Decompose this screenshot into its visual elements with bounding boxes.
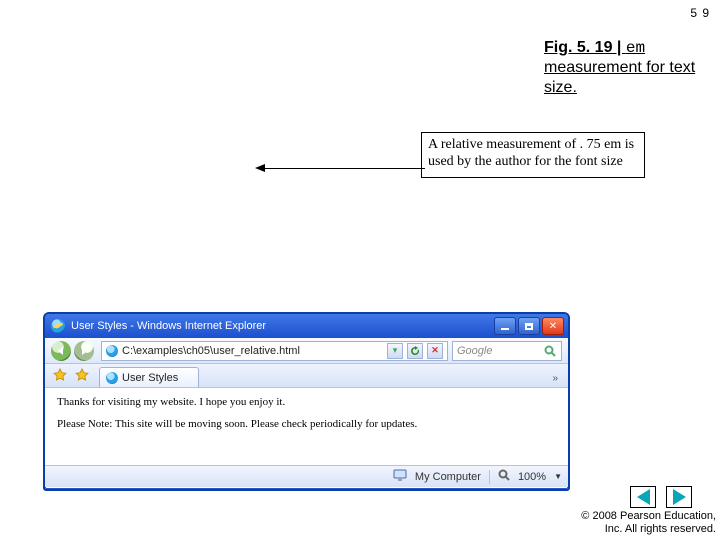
tab-bar: User Styles » (45, 364, 568, 388)
caption-rest: measurement for text size. (544, 59, 695, 96)
page-icon (106, 345, 118, 357)
ie-logo-icon (51, 319, 65, 333)
triangle-right-icon (673, 489, 686, 505)
next-slide-button[interactable] (666, 486, 692, 508)
page-number: 5 9 (690, 6, 710, 20)
figure-caption: Fig. 5. 19 | em measurement for text siz… (544, 38, 714, 98)
window-buttons: ✕ (494, 317, 564, 335)
star-icon (53, 368, 67, 382)
copyright: © 2008 Pearson Education, Inc. All right… (581, 510, 716, 536)
tab-favicon-icon (106, 372, 118, 384)
minimize-button[interactable] (494, 317, 516, 335)
back-button[interactable] (51, 341, 71, 361)
titlebar: User Styles - Windows Internet Explorer … (45, 314, 568, 338)
caption-em: em (626, 39, 645, 57)
toolbar: C:\examples\ch05\user_relative.html ▾ ✕ … (45, 338, 568, 364)
toolbar-overflow[interactable]: » (548, 373, 562, 384)
zone-icon (393, 468, 407, 485)
page-content: Thanks for visiting my website. I hope y… (45, 388, 568, 465)
address-text: C:\examples\ch05\user_relative.html (122, 345, 383, 357)
arrow-left-icon (56, 346, 66, 356)
refresh-icon (410, 346, 420, 356)
caption-pipe: | (612, 39, 625, 56)
search-box[interactable]: Google (452, 341, 562, 361)
window-title: User Styles - Windows Internet Explorer (71, 320, 494, 332)
status-zone-text: My Computer (415, 471, 481, 483)
prev-slide-button[interactable] (630, 486, 656, 508)
computer-icon (393, 468, 407, 482)
status-bar: My Computer 100% ▼ (45, 465, 568, 487)
content-line2: Please Note: This site will be moving so… (57, 418, 556, 430)
close-button[interactable]: ✕ (542, 317, 564, 335)
zoom-value[interactable]: 100% (518, 471, 546, 483)
refresh-button[interactable] (407, 343, 423, 359)
annotation-note: A relative measurement of . 75 em is use… (421, 132, 645, 178)
arrow-head-icon (255, 164, 265, 172)
search-button[interactable] (543, 344, 557, 358)
favorites-button[interactable] (51, 366, 69, 384)
content-line1: Thanks for visiting my website. I hope y… (57, 396, 556, 408)
minimize-icon (501, 328, 509, 330)
zoom-icon-wrap[interactable] (498, 469, 510, 484)
zoom-dropdown[interactable]: ▼ (554, 472, 562, 481)
star-plus-icon (75, 368, 89, 382)
maximize-button[interactable] (518, 317, 540, 335)
search-placeholder: Google (457, 345, 539, 357)
arrow-left-icon (79, 346, 89, 356)
search-icon (544, 345, 556, 357)
forward-button[interactable] (74, 341, 94, 361)
maximize-icon (525, 323, 533, 330)
browser-window: User Styles - Windows Internet Explorer … (43, 312, 570, 491)
nav-buttons (51, 341, 97, 361)
zoom-icon (498, 469, 510, 481)
tab-label: User Styles (122, 372, 178, 384)
triangle-left-icon (637, 489, 650, 505)
copyright-line2: Inc. All rights reserved. (581, 523, 716, 536)
arrow-line (263, 168, 425, 169)
address-dropdown[interactable]: ▾ (387, 343, 403, 359)
add-favorite-button[interactable] (73, 366, 91, 384)
slide-nav (630, 486, 692, 508)
caption-figure: Fig. 5. 19 (544, 39, 612, 56)
address-bar[interactable]: C:\examples\ch05\user_relative.html ▾ ✕ (101, 341, 448, 361)
stop-button[interactable]: ✕ (427, 343, 443, 359)
annotation-arrow (255, 168, 425, 170)
copyright-line1: © 2008 Pearson Education, (581, 510, 716, 523)
tab-user-styles[interactable]: User Styles (99, 367, 199, 387)
status-separator (489, 470, 490, 484)
